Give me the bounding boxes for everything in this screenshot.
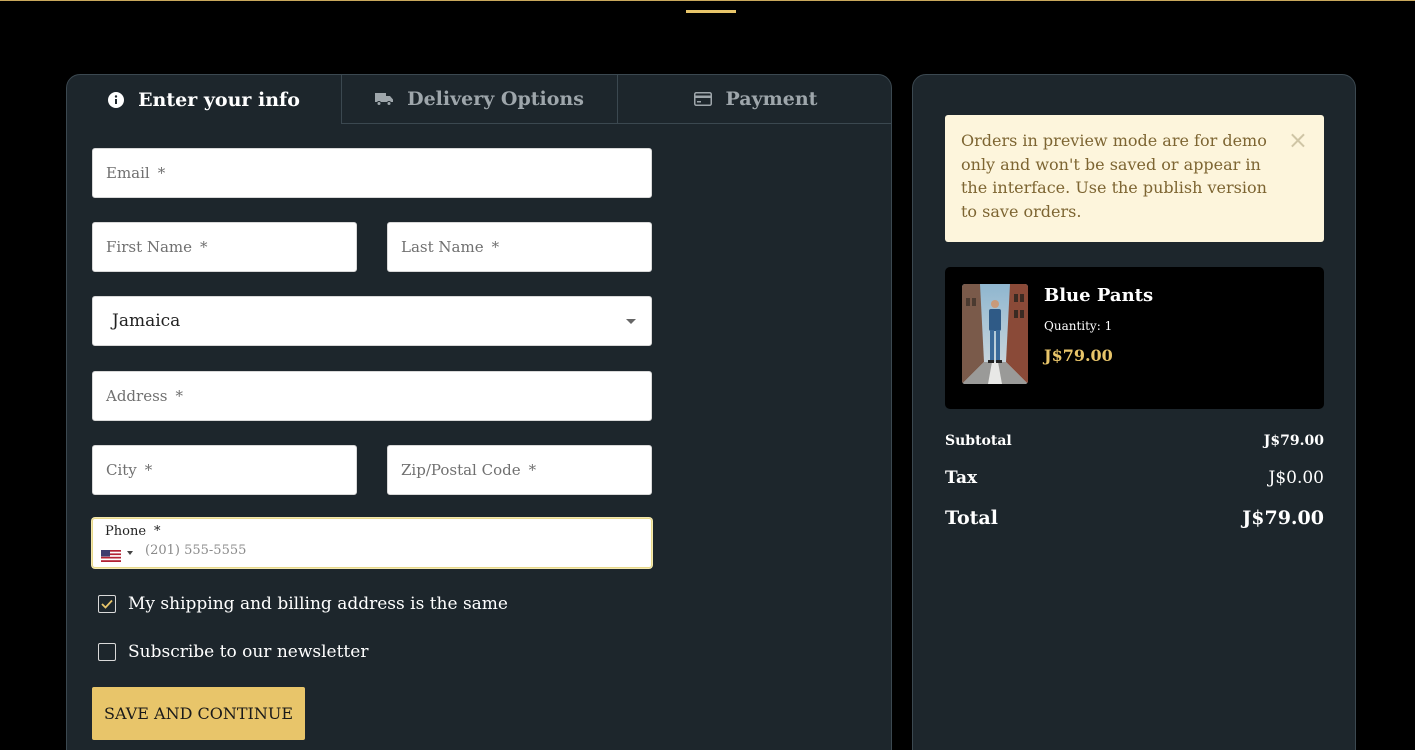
newsletter-checkbox[interactable]	[98, 643, 116, 661]
phone-field[interactable]: Phone * (201) 555-5555	[92, 518, 652, 568]
tab-label: Enter your info	[138, 88, 300, 111]
notice-text: Orders in preview mode are for demo only…	[961, 131, 1267, 221]
email-placeholder: Email *	[106, 164, 166, 182]
same-address-label: My shipping and billing address is the s…	[128, 594, 508, 614]
close-icon[interactable]: ×	[1288, 128, 1308, 153]
checkout-tabs: Enter your info Delivery Options Payment	[67, 75, 891, 124]
tax-label: Tax	[945, 468, 978, 488]
top-border-line	[0, 0, 1415, 1]
tax-value: J$0.00	[1268, 468, 1324, 488]
last-name-field[interactable]: Last Name *	[387, 222, 652, 272]
phone-placeholder: (201) 555-5555	[145, 543, 247, 558]
tab-delivery-options[interactable]: Delivery Options	[341, 75, 617, 124]
city-field[interactable]: City *	[92, 445, 357, 495]
total-row: Total J$79.00	[945, 507, 1324, 529]
first-name-field[interactable]: First Name *	[92, 222, 357, 272]
order-summary-card: Orders in preview mode are for demo only…	[912, 74, 1356, 750]
tax-row: Tax J$0.00	[945, 468, 1324, 488]
chevron-down-icon	[626, 319, 636, 324]
address-placeholder: Address *	[106, 387, 183, 405]
city-placeholder: City *	[106, 461, 153, 479]
same-address-checkbox-row[interactable]: My shipping and billing address is the s…	[98, 594, 508, 614]
newsletter-label: Subscribe to our newsletter	[128, 642, 369, 662]
country-code-caret-icon[interactable]	[127, 551, 133, 555]
top-accent-bar	[686, 10, 736, 13]
tab-label: Payment	[725, 88, 818, 110]
us-flag-icon[interactable]	[101, 547, 121, 562]
info-icon	[108, 91, 125, 108]
product-image	[962, 284, 1028, 384]
last-name-placeholder: Last Name *	[401, 238, 500, 256]
address-field[interactable]: Address *	[92, 371, 652, 421]
total-label: Total	[945, 507, 998, 529]
truck-icon	[375, 92, 394, 106]
product-quantity: Quantity: 1	[1044, 319, 1113, 333]
checkout-form-card: Enter your info Delivery Options Payment…	[66, 74, 892, 750]
zip-field[interactable]: Zip/Postal Code *	[387, 445, 652, 495]
first-name-placeholder: First Name *	[106, 238, 208, 256]
country-select[interactable]: Jamaica	[92, 296, 652, 346]
preview-mode-notice: Orders in preview mode are for demo only…	[945, 115, 1324, 242]
checkmark-icon	[101, 599, 113, 609]
tab-payment[interactable]: Payment	[617, 75, 891, 124]
subtotal-row: Subtotal J$79.00	[945, 433, 1324, 449]
zip-placeholder: Zip/Postal Code *	[401, 461, 537, 479]
product-price: J$79.00	[1044, 346, 1113, 365]
subtotal-value: J$79.00	[1263, 433, 1324, 449]
tab-enter-your-info[interactable]: Enter your info	[67, 75, 341, 124]
newsletter-checkbox-row[interactable]: Subscribe to our newsletter	[98, 642, 368, 662]
cart-item: Blue Pants Quantity: 1 J$79.00	[945, 267, 1324, 409]
email-field[interactable]: Email *	[92, 148, 652, 198]
subtotal-label: Subtotal	[945, 433, 1012, 449]
product-name: Blue Pants	[1044, 285, 1154, 306]
same-address-checkbox[interactable]	[98, 595, 116, 613]
country-value: Jamaica	[112, 311, 181, 331]
save-and-continue-button[interactable]: SAVE AND CONTINUE	[92, 687, 305, 740]
credit-card-icon	[693, 92, 712, 106]
total-value: J$79.00	[1242, 507, 1324, 529]
phone-label: Phone *	[105, 524, 161, 539]
tab-label: Delivery Options	[407, 88, 584, 110]
